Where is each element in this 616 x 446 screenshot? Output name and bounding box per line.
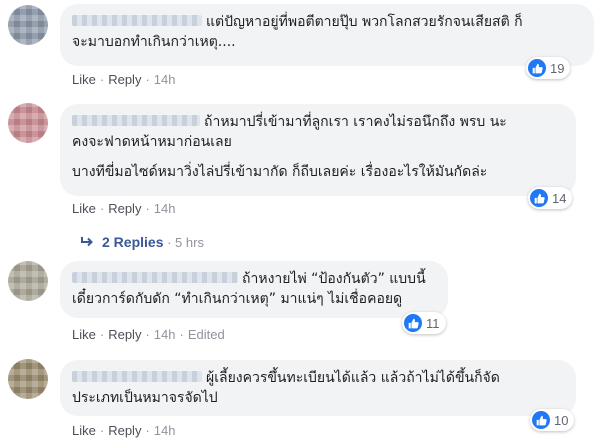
comment-text-line: จะมาบอกทำเกินกว่าเหตุ....: [72, 34, 236, 50]
avatar[interactable]: [8, 103, 48, 143]
replies-count-link[interactable]: 2 Replies: [102, 234, 163, 250]
like-count: 11: [426, 315, 440, 331]
timestamp[interactable]: 14h: [154, 327, 176, 342]
timestamp[interactable]: 14h: [154, 423, 176, 438]
blurred-author-name[interactable]: [72, 371, 202, 382]
reaction-count[interactable]: 10: [530, 409, 575, 431]
comment-bubble: ผู้เลี้ยงควรขึ้นทะเบียนได้แล้ว แล้วถ้าไม…: [60, 360, 576, 416]
comment-text-line: ผู้เลี้ยงควรขึ้นทะเบียนได้แล้ว แล้วถ้าไม…: [72, 368, 564, 388]
comment-text-line: เดี๋ยวการ์ดกับดัก “ทำเกินกว่าเหตุ” มาแน่…: [72, 291, 403, 307]
comment-bubble: ถ้าหมาปรี่เข้ามาที่ลูกเรา เราคงไม่รอนึกถ…: [60, 104, 576, 196]
blurred-author-name[interactable]: [72, 115, 200, 126]
like-link[interactable]: Like: [72, 423, 96, 438]
reaction-count[interactable]: 19: [526, 57, 571, 79]
timestamp[interactable]: 14h: [154, 72, 176, 87]
blurred-author-name[interactable]: [72, 15, 202, 26]
reply-arrow-icon: [81, 237, 93, 247]
comment-actions: Like · Reply · 14h: [72, 72, 176, 87]
reply-link[interactable]: Reply: [108, 72, 141, 87]
avatar[interactable]: [8, 359, 48, 399]
thumbs-up-icon: [528, 59, 546, 77]
comment-actions: Like · Reply · 14h · Edited: [72, 327, 225, 342]
reply-link[interactable]: Reply: [108, 423, 141, 438]
comment-bubble: ถ้าหงายไพ่ “ป้องกันตัว” แบบนี้ เดี๋ยวการ…: [60, 261, 448, 318]
like-count: 10: [554, 412, 569, 428]
thumbs-up-icon: [532, 411, 550, 429]
reaction-count[interactable]: 11: [402, 312, 446, 334]
like-link[interactable]: Like: [72, 72, 96, 87]
like-count: 19: [550, 60, 565, 76]
avatar[interactable]: [8, 261, 48, 301]
comment-text-line: บางทีขี่มอไซด์หมาวิ่งไล่ปรี่เข้ามากัด ก็…: [72, 164, 488, 180]
comment-actions: Like · Reply · 14h: [72, 201, 176, 216]
like-link[interactable]: Like: [72, 327, 96, 342]
comment-text-line: คงจะฟาดหน้าหมาก่อนเลย: [72, 134, 232, 150]
comment-text-line: แต่ปัญหาอยู่ที่พอตีตายปุ๊บ พวกโลกสวยรักจ…: [72, 12, 582, 32]
timestamp[interactable]: 14h: [154, 201, 176, 216]
like-link[interactable]: Like: [72, 201, 96, 216]
avatar[interactable]: [8, 5, 48, 45]
comment-text-line: ถ้าหงายไพ่ “ป้องกันตัว” แบบนี้: [72, 269, 436, 289]
comment-text-line: ถ้าหมาปรี่เข้ามาที่ลูกเรา เราคงไม่รอนึกถ…: [72, 112, 564, 132]
reply-link[interactable]: Reply: [108, 201, 141, 216]
like-count: 14: [552, 190, 567, 206]
comment-text-line: ประเภทเป็นหมาจรจัดไป: [72, 390, 218, 406]
thumbs-up-icon: [530, 189, 548, 207]
comment-bubble: แต่ปัญหาอยู่ที่พอตีตายปุ๊บ พวกโลกสวยรักจ…: [60, 4, 594, 66]
thumbs-up-icon: [404, 314, 422, 332]
edited-label[interactable]: Edited: [188, 327, 225, 342]
reply-link[interactable]: Reply: [108, 327, 141, 342]
replies-timestamp: 5 hrs: [175, 235, 204, 250]
blurred-author-name[interactable]: [72, 272, 238, 283]
reaction-count[interactable]: 14: [528, 187, 573, 209]
comment-actions: Like · Reply · 14h: [72, 423, 176, 438]
view-replies[interactable]: 2 Replies · 5 hrs: [80, 234, 204, 250]
